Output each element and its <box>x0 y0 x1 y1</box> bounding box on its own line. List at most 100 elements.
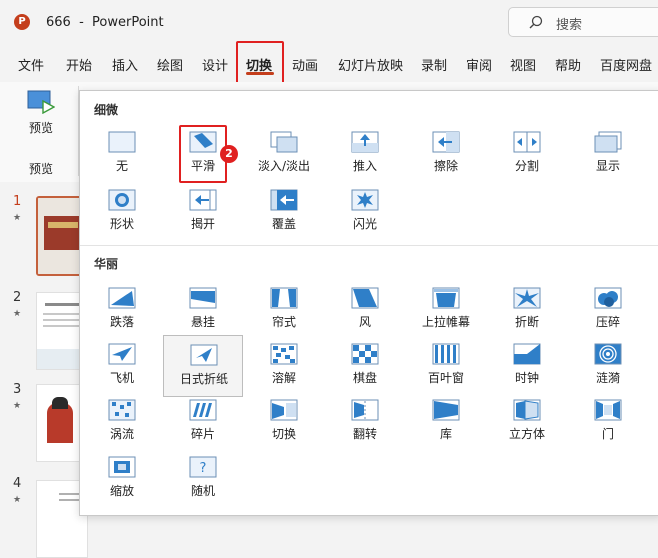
section-divider <box>80 245 658 246</box>
tab-insert[interactable]: 插入 <box>112 55 138 74</box>
cube-icon <box>513 399 541 421</box>
tile-label: 淡入/淡出 <box>257 159 311 173</box>
tab-record[interactable]: 录制 <box>421 55 447 74</box>
transition-curtains[interactable]: 帘式 <box>244 287 324 341</box>
transition-origami[interactable]: 日式折纸 <box>163 335 243 397</box>
transition-wipe[interactable]: 擦除 <box>406 131 486 185</box>
tile-label: 棋盘 <box>352 371 377 385</box>
transition-switch[interactable]: 切换 <box>244 399 324 453</box>
tile-label: 压碎 <box>595 315 620 329</box>
transition-gallery-effect[interactable]: 库 <box>406 399 486 453</box>
tab-slideshow[interactable]: 幻灯片放映 <box>338 55 403 74</box>
blinds-icon <box>432 343 460 365</box>
split-icon <box>513 131 541 153</box>
tile-label: 百叶窗 <box>427 371 464 385</box>
transition-flip[interactable]: 翻转 <box>325 399 405 453</box>
tab-animations[interactable]: 动画 <box>292 55 318 74</box>
transition-dissolve[interactable]: 溶解 <box>244 343 324 397</box>
tab-design[interactable]: 设计 <box>202 55 228 74</box>
ribbon-tabs: 文件 开始 插入 绘图 设计 切换 动画 幻灯片放映 录制 审阅 视图 帮助 百… <box>0 44 658 82</box>
tile-label: 涟漪 <box>595 371 620 385</box>
transition-uncover[interactable]: 揭开 <box>163 189 243 243</box>
tile-label: 无 <box>115 159 128 173</box>
uncover-icon <box>189 189 217 211</box>
tile-label: 溶解 <box>271 371 296 385</box>
slide-transition-star-icon: ★ <box>13 495 22 505</box>
transition-clock[interactable]: 时钟 <box>487 343 567 397</box>
tile-label: 时钟 <box>514 371 539 385</box>
gallery-icon <box>432 399 460 421</box>
transition-flash[interactable]: 闪光 <box>325 189 405 243</box>
checkerboard-icon <box>351 343 379 365</box>
tile-label: 翻转 <box>352 427 377 441</box>
transition-vortex[interactable]: 涡流 <box>82 399 162 453</box>
transition-blinds[interactable]: 百叶窗 <box>406 343 486 397</box>
none-icon <box>108 131 136 153</box>
transition-push[interactable]: 推入 <box>325 131 405 185</box>
fracture-icon <box>513 287 541 309</box>
curtains-icon <box>270 287 298 309</box>
transition-fall-over[interactable]: 跌落 <box>82 287 162 341</box>
preview-button[interactable]: 预览 <box>29 119 53 136</box>
flash-icon <box>351 189 379 211</box>
dissolve-icon <box>270 343 298 365</box>
transition-none[interactable]: 无 <box>82 131 162 185</box>
tile-label: 悬挂 <box>190 315 215 329</box>
vortex-icon <box>108 399 136 421</box>
transition-random[interactable]: ? 随机 <box>163 456 243 510</box>
tile-label: 形状 <box>109 217 134 231</box>
transition-crush[interactable]: 压碎 <box>568 287 648 341</box>
transition-cover[interactable]: 覆盖 <box>244 189 324 243</box>
tile-label: 帘式 <box>271 315 296 329</box>
slide-transition-star-icon: ★ <box>13 401 22 411</box>
tab-home[interactable]: 开始 <box>66 55 92 74</box>
tab-review[interactable]: 审阅 <box>466 55 492 74</box>
transition-fracture[interactable]: 折断 <box>487 287 567 341</box>
tile-label: 日式折纸 <box>179 372 228 386</box>
transition-cube[interactable]: 立方体 <box>487 399 567 453</box>
transition-shred[interactable]: 碎片 <box>163 399 243 453</box>
prestige-icon <box>432 287 460 309</box>
transition-ripple[interactable]: 涟漪 <box>568 343 648 397</box>
cover-icon <box>270 189 298 211</box>
tile-label: 涡流 <box>109 427 134 441</box>
transition-wind[interactable]: 风 <box>325 287 405 341</box>
tab-baidu-netdisk[interactable]: 百度网盘 <box>600 55 652 74</box>
tile-label: 覆盖 <box>271 217 296 231</box>
drape-icon <box>189 287 217 309</box>
transition-fade[interactable]: 淡入/淡出 <box>244 131 324 185</box>
title-bar: P 666 - PowerPoint 搜索 <box>0 0 658 44</box>
tab-view[interactable]: 视图 <box>510 55 536 74</box>
tab-draw[interactable]: 绘图 <box>157 55 183 74</box>
section-title-exciting: 华丽 <box>94 257 119 271</box>
transition-reveal[interactable]: 显示 <box>568 131 648 185</box>
tile-label: 擦除 <box>433 159 458 173</box>
tile-label: 揭开 <box>190 217 215 231</box>
transition-airplane[interactable]: 飞机 <box>82 343 162 397</box>
transition-shape[interactable]: 形状 <box>82 189 162 243</box>
search-input[interactable]: 搜索 <box>508 7 658 37</box>
tile-label: 缩放 <box>109 484 134 498</box>
flip-icon <box>351 399 379 421</box>
airplane-icon <box>108 343 136 365</box>
transition-prestige[interactable]: 上拉帷幕 <box>406 287 486 341</box>
slide-number: 4 <box>13 476 22 491</box>
tile-label: 闪光 <box>352 217 377 231</box>
transition-doors[interactable]: 门 <box>568 399 648 453</box>
tile-label: 碎片 <box>190 427 215 441</box>
transition-drape[interactable]: 悬挂 <box>163 287 243 341</box>
tile-label: 上拉帷幕 <box>421 315 470 329</box>
transition-checkerboard[interactable]: 棋盘 <box>325 343 405 397</box>
tab-file[interactable]: 文件 <box>18 55 44 74</box>
tab-help[interactable]: 帮助 <box>555 55 581 74</box>
fade-icon <box>270 131 298 153</box>
transition-split[interactable]: 分割 <box>487 131 567 185</box>
tile-label: 门 <box>601 427 614 441</box>
transition-zoom[interactable]: 缩放 <box>82 456 162 510</box>
clock-icon <box>513 343 541 365</box>
search-placeholder: 搜索 <box>556 18 583 33</box>
reveal-icon <box>594 131 622 153</box>
step-marker-2: 2 <box>220 145 238 163</box>
preview-icon[interactable] <box>27 90 55 114</box>
window-title: 666 - PowerPoint <box>46 15 164 30</box>
